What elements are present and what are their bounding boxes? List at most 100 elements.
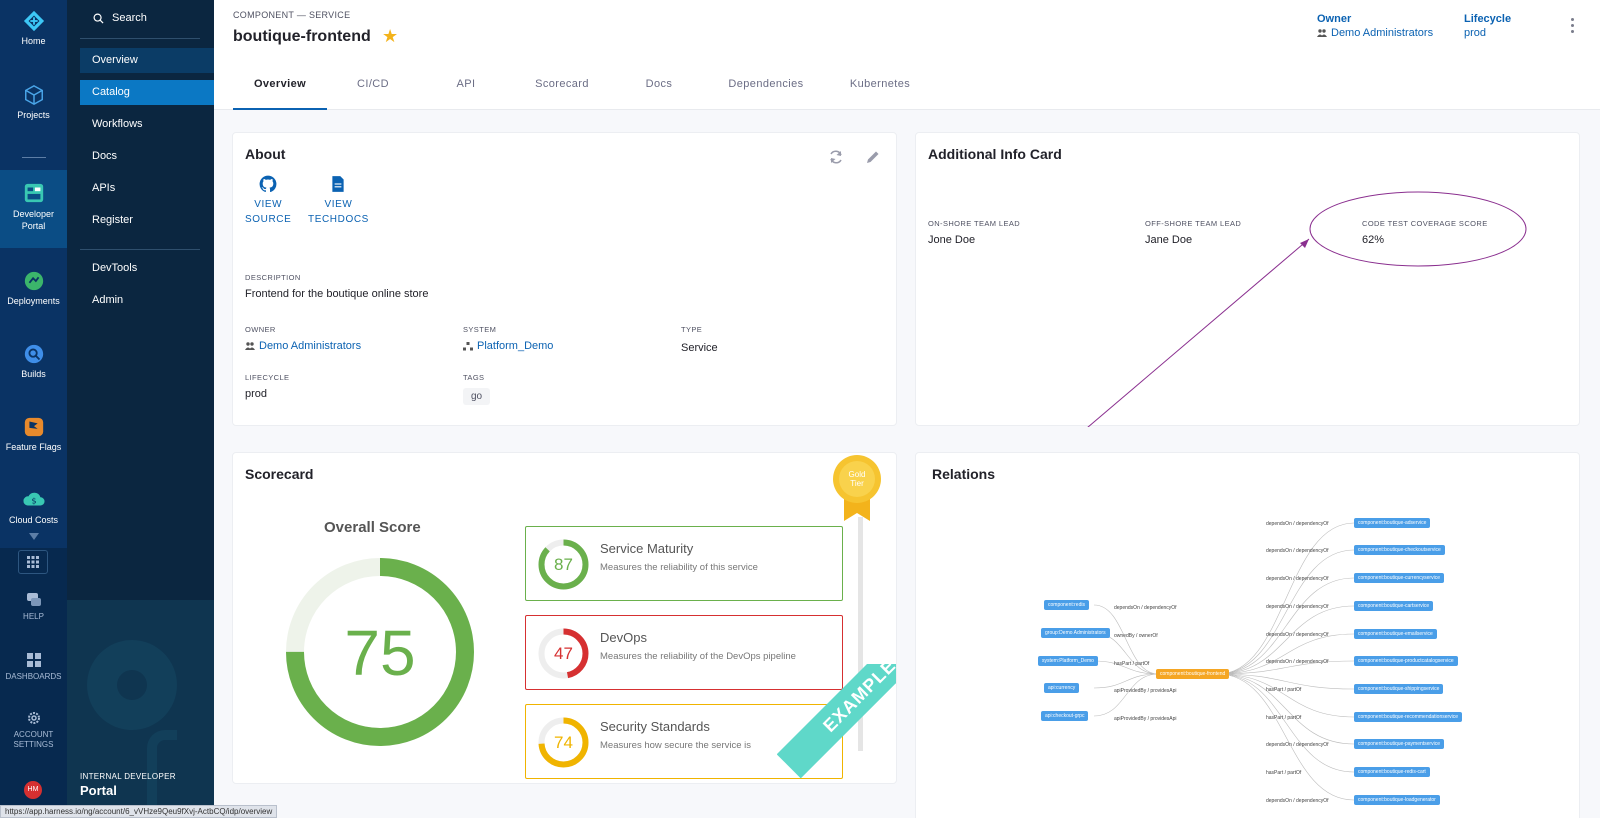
check-description: Measures the reliability of this service [600, 562, 758, 573]
rail-apps-grid[interactable] [18, 550, 48, 574]
relation-node[interactable]: component:boutique-shippingservice [1354, 684, 1444, 694]
rail-help[interactable]: HELP [0, 592, 67, 622]
check-name: Security Standards [600, 719, 710, 734]
entity-tabs: Overview CI/CD API Scorecard Docs Depend… [233, 70, 935, 110]
document-icon [332, 176, 345, 192]
edit-pencil-icon[interactable] [865, 149, 881, 165]
check-score-ring: 87 [538, 539, 589, 590]
overall-score-label: Overall Score [324, 519, 421, 536]
relation-node[interactable]: component:boutique-frontend [1156, 669, 1230, 679]
relation-edge [1093, 673, 1159, 689]
gold-tier-badge-icon: Gold Tier [833, 455, 881, 521]
relation-edge-label: dependsOn / dependencyOf [1266, 521, 1329, 527]
tab-dependencies[interactable]: Dependencies [707, 70, 825, 110]
avatar[interactable]: HM [24, 781, 42, 799]
favorite-star-icon[interactable]: ★ [382, 26, 398, 47]
relation-edge-label: ownedBy / ownerOf [1114, 633, 1158, 639]
relation-node[interactable]: component:redis [1044, 600, 1089, 610]
rail-developer-portal[interactable]: Developer Portal [0, 170, 67, 248]
relation-node[interactable]: component:boutique-paymentservice [1354, 739, 1444, 749]
help-chat-icon [26, 593, 41, 606]
nav-search[interactable]: Search [93, 12, 147, 24]
nav-item-docs[interactable]: Docs [80, 144, 214, 169]
relation-node[interactable]: component:boutique-adservice [1354, 518, 1431, 528]
nav-item-workflows[interactable]: Workflows [80, 112, 214, 137]
example-ribbon: EXAMPLE [777, 664, 896, 783]
rail-account-settings[interactable]: ACCOUNT SETTINGS [0, 710, 67, 750]
more-options-icon[interactable] [1571, 18, 1575, 36]
nav-item-catalog[interactable]: Catalog [80, 80, 214, 105]
rail-feature-flags[interactable]: Feature Flags [0, 416, 67, 452]
relation-node[interactable]: component:boutique-checkoutservice [1354, 545, 1445, 555]
rail-dashboards[interactable]: DASHBOARDS [0, 652, 67, 682]
refresh-icon[interactable] [828, 149, 844, 165]
rail-deployments[interactable]: Deployments [0, 270, 67, 306]
check-name: DevOps [600, 630, 647, 645]
rail-builds[interactable]: Builds [0, 343, 67, 379]
system-icon [463, 341, 473, 350]
rail-home[interactable]: Home [0, 10, 67, 46]
svg-text:$: $ [31, 496, 36, 506]
about-description: DESCRIPTION Frontend for the boutique on… [245, 273, 428, 300]
description-value: Frontend for the boutique online store [245, 288, 429, 300]
badge-line2: Tier [850, 479, 864, 488]
owner-value: Demo Administrators [259, 340, 362, 352]
tab-api[interactable]: API [419, 70, 513, 110]
nav-item-overview[interactable]: Overview [80, 48, 214, 73]
relation-node[interactable]: component:boutique-loadgenerator [1354, 795, 1440, 805]
relation-node[interactable]: component:boutique-recommendationservice [1354, 712, 1463, 722]
system-value: Platform_Demo [477, 340, 554, 352]
relation-node[interactable]: component:boutique-currencyservice [1354, 573, 1444, 583]
score-check-card[interactable]: 87 Service Maturity Measures the reliabili… [525, 526, 843, 601]
overall-score-gauge: 75 [286, 558, 474, 746]
dashboard-icon [26, 653, 41, 667]
nav-item-apis[interactable]: APIs [80, 176, 214, 201]
header-lifecycle-value: prod [1464, 27, 1487, 39]
nav-item-devtools[interactable]: DevTools [80, 256, 214, 281]
relation-edge [1217, 522, 1355, 675]
nav-item-admin[interactable]: Admin [80, 288, 214, 313]
about-card: About VIEW SOURCE VIEW TECHDOCS DESCRIPT… [232, 132, 897, 426]
portal-nav: Search Overview Catalog Workflows Docs A… [67, 0, 214, 818]
relation-edge-label: hasPart / partOf [1266, 715, 1302, 721]
relation-node[interactable]: group:Demo Administrators [1041, 628, 1110, 638]
tab-docs[interactable]: Docs [611, 70, 707, 110]
relation-node[interactable]: component:boutique-cartservice [1354, 601, 1434, 611]
view-source-link[interactable]: VIEW SOURCE [245, 175, 291, 227]
check-score-value: 74 [554, 733, 573, 752]
relation-node[interactable]: component:boutique-productcatalogservice [1354, 656, 1458, 666]
tag-chip[interactable]: go [463, 388, 491, 405]
header-owner-link[interactable]: Demo Administrators [1317, 27, 1433, 39]
tab-scorecard[interactable]: Scorecard [513, 70, 611, 110]
owner-link[interactable]: Demo Administrators [245, 340, 361, 352]
relation-node[interactable]: api:checkout-grpc [1041, 711, 1089, 721]
tab-cicd[interactable]: CI/CD [327, 70, 419, 110]
rail-dashboards-label: DASHBOARDS [5, 672, 62, 681]
relation-node[interactable]: component:boutique-emailservice [1354, 629, 1437, 639]
system-label: SYSTEM [463, 325, 497, 334]
rail-projects[interactable]: Projects [0, 84, 67, 120]
relation-edge-label: hasPart / partOf [1114, 661, 1150, 667]
cloud-costs-icon: $ [22, 492, 45, 506]
relation-node[interactable]: system:Platform_Demo [1038, 656, 1098, 666]
nav-item-register[interactable]: Register [80, 208, 214, 233]
view-techdocs-link[interactable]: VIEW TECHDOCS [308, 175, 369, 227]
entity-kind: COMPONENT — SERVICE [233, 10, 351, 20]
relation-node[interactable]: api:currency [1044, 683, 1080, 693]
relation-node[interactable]: component:boutique-redis-cart [1354, 767, 1430, 777]
owner-label: OWNER [245, 325, 276, 334]
rail-cloud-costs[interactable]: $ Cloud Costs [0, 489, 67, 525]
github-icon [259, 175, 277, 193]
rail-deployments-label: Deployments [7, 296, 60, 306]
overall-score-value: 75 [344, 617, 415, 689]
rail-expand[interactable] [0, 533, 67, 544]
relation-edge-label: dependsOn / dependencyOf [1266, 632, 1329, 638]
about-title: About [245, 146, 286, 162]
harness-logo-icon [23, 10, 44, 32]
view-source-label-line1: VIEW [254, 199, 283, 210]
tab-kubernetes[interactable]: Kubernetes [825, 70, 935, 110]
system-link[interactable]: Platform_Demo [463, 340, 553, 352]
tab-overview[interactable]: Overview [233, 70, 327, 110]
badge-line1: Gold [849, 470, 866, 479]
relation-edge-label: dependsOn / dependencyOf [1266, 548, 1329, 554]
